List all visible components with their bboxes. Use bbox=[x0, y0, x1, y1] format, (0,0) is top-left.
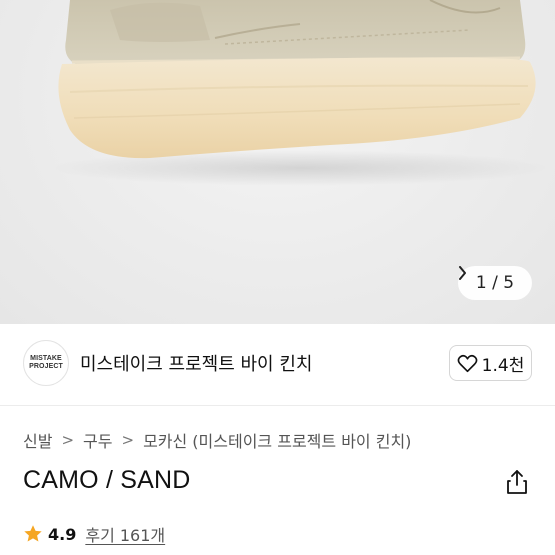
store-logo-line2: PROJECT bbox=[29, 363, 63, 370]
like-button[interactable]: 1.4천 bbox=[449, 345, 532, 381]
share-icon[interactable] bbox=[505, 469, 529, 495]
gallery-separator: / bbox=[492, 273, 498, 293]
store-logo-line1: MISTAKE bbox=[30, 355, 62, 362]
product-image-carousel[interactable]: 1 / 5 bbox=[0, 0, 555, 324]
breadcrumb-item-moccasin[interactable]: 모카신 (미스테이크 프로젝트 바이 킨치) bbox=[143, 428, 411, 452]
store-row: MISTAKE PROJECT 미스테이크 프로젝트 바이 킨치 1.4천 bbox=[0, 340, 555, 388]
breadcrumb-item-dress-shoes[interactable]: 구두 bbox=[83, 428, 112, 452]
chevron-right-icon[interactable] bbox=[458, 266, 467, 280]
store-logo[interactable]: MISTAKE PROJECT bbox=[23, 340, 69, 386]
breadcrumb: 신발 > 구두 > 모카신 (미스테이크 프로젝트 바이 킨치) bbox=[23, 428, 411, 452]
rating-row: 4.9 후기 161개 bbox=[23, 522, 165, 546]
gallery-counter: 1 / 5 bbox=[476, 273, 514, 293]
gallery-pager[interactable]: 1 / 5 bbox=[458, 266, 532, 300]
gallery-total: 5 bbox=[503, 273, 515, 293]
store-name-link[interactable]: 미스테이크 프로젝트 바이 킨치 bbox=[80, 350, 312, 376]
breadcrumb-separator: > bbox=[61, 431, 75, 449]
rating-score: 4.9 bbox=[48, 524, 77, 544]
like-count: 1.4천 bbox=[481, 355, 525, 376]
breadcrumb-separator: > bbox=[121, 431, 135, 449]
heart-icon bbox=[457, 354, 478, 372]
star-icon bbox=[24, 525, 42, 542]
product-title: CAMO / SAND bbox=[23, 466, 191, 494]
breadcrumb-item-shoes[interactable]: 신발 bbox=[23, 428, 52, 452]
divider bbox=[0, 405, 555, 406]
gallery-current: 1 bbox=[475, 273, 487, 293]
review-count-link[interactable]: 후기 161개 bbox=[85, 522, 165, 546]
